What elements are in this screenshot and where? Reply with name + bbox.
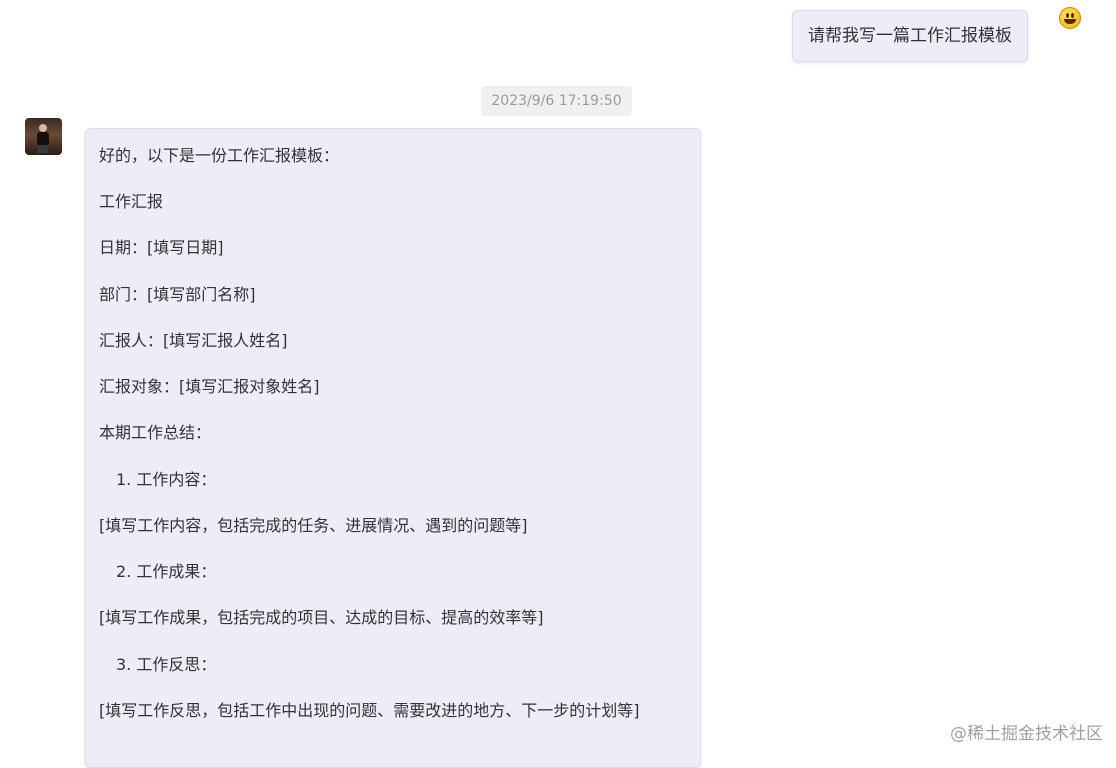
user-message-text: 请帮我写一篇工作汇报模板 — [808, 26, 1012, 46]
message-timestamp: 2023/9/6 17:19:50 — [481, 86, 632, 116]
recipient-field: 汇报对象：[填写汇报对象姓名] — [99, 377, 320, 396]
work-reflection-heading: 3. 工作反思： — [116, 655, 217, 674]
work-content-heading: 1. 工作内容： — [116, 470, 217, 489]
work-results-text: [填写工作成果，包括完成的项目、达成的目标、提高的效率等] — [99, 608, 544, 627]
work-results-heading: 2. 工作成果： — [116, 562, 217, 581]
reporter-field: 汇报人：[填写汇报人姓名] — [99, 331, 288, 350]
report-title: 工作汇报 — [99, 192, 164, 211]
intro-line: 好的，以下是一份工作汇报模板： — [99, 146, 340, 165]
work-reflection-text: [填写工作反思，包括工作中出现的问题、需要改进的地方、下一步的计划等] — [99, 701, 640, 720]
date-field: 日期：[填写日期] — [99, 238, 224, 257]
bot-avatar[interactable] — [25, 118, 62, 155]
user-message-bubble: 请帮我写一篇工作汇报模板 — [792, 10, 1028, 62]
bot-message-bubble: 好的，以下是一份工作汇报模板： 工作汇报 日期：[填写日期] 部门：[填写部门名… — [85, 128, 701, 768]
smiley-face-icon[interactable] — [1059, 7, 1081, 29]
summary-heading: 本期工作总结： — [99, 423, 212, 442]
work-content-text: [填写工作内容，包括完成的任务、进展情况、遇到的问题等] — [99, 516, 528, 535]
watermark: @稀土掘金技术社区 — [950, 724, 1103, 744]
department-field: 部门：[填写部门名称] — [99, 285, 256, 304]
